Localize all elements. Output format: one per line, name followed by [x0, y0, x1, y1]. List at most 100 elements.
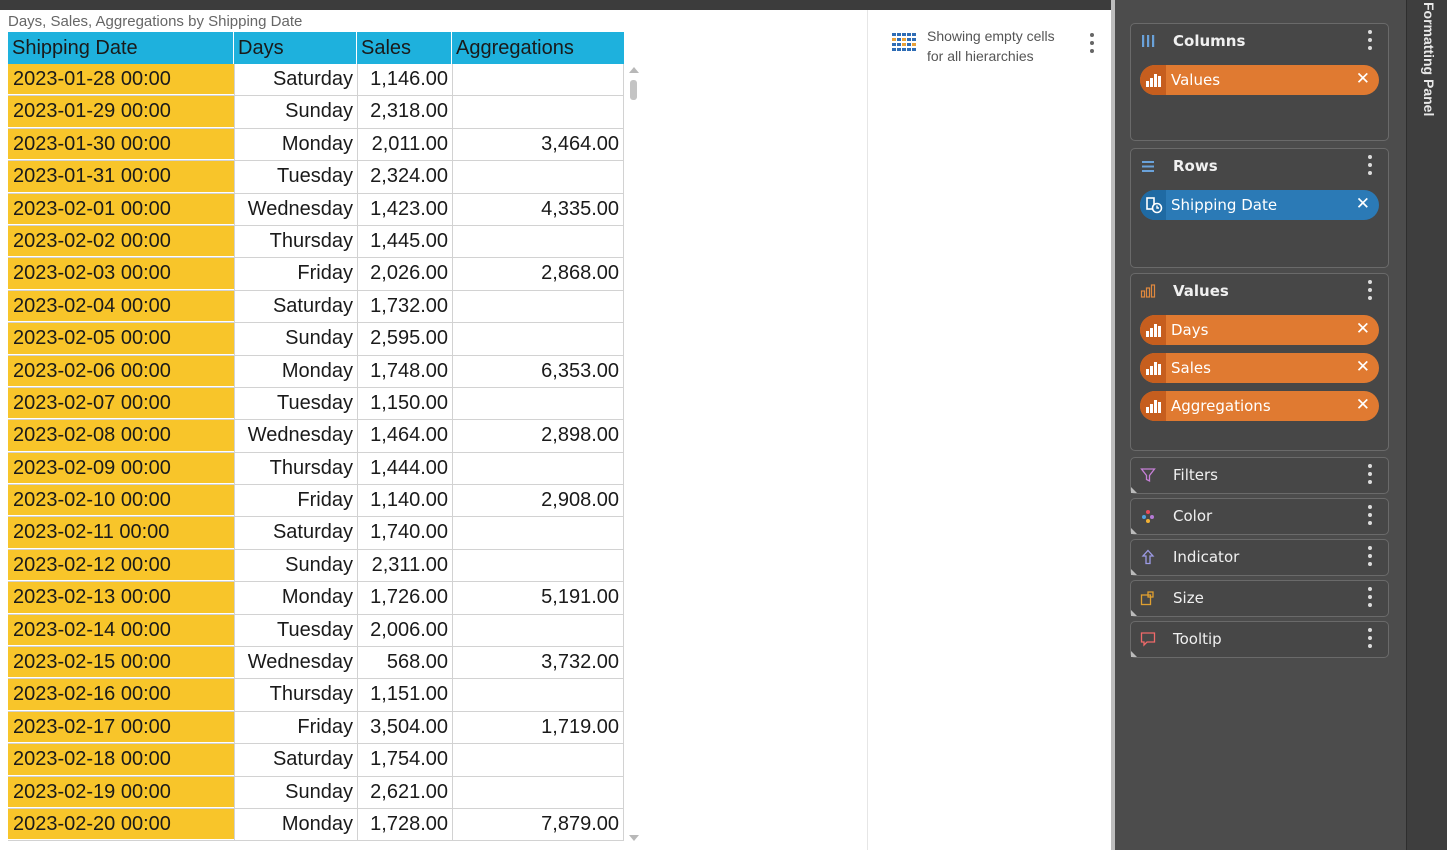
days-cell[interactable]: Saturday	[234, 517, 357, 549]
row-header-cell[interactable]: 2023-02-06 00:00	[8, 355, 234, 387]
color-kebab-icon[interactable]	[1368, 505, 1374, 529]
aggregations-cell[interactable]	[452, 96, 624, 128]
remove-chip-icon[interactable]: ✕	[1356, 395, 1370, 415]
row-header-cell[interactable]: 2023-01-31 00:00	[8, 161, 234, 193]
indicator-well[interactable]: Indicator	[1130, 539, 1389, 576]
sales-cell[interactable]: 2,026.00	[357, 258, 452, 290]
aggregations-cell[interactable]	[452, 290, 624, 323]
aggregations-cell[interactable]: 3,732.00	[452, 647, 624, 679]
size-kebab-icon[interactable]	[1368, 587, 1374, 611]
sales-cell[interactable]: 568.00	[357, 647, 452, 679]
days-cell[interactable]: Tuesday	[234, 387, 357, 420]
aggregations-cell[interactable]	[452, 64, 624, 96]
days-cell[interactable]: Sunday	[234, 776, 357, 808]
chip-values-days[interactable]: Days ✕	[1140, 315, 1379, 345]
filters-well[interactable]: Filters	[1130, 457, 1389, 494]
header-sales[interactable]: Sales	[357, 32, 452, 64]
aggregations-cell[interactable]	[452, 387, 624, 420]
indicator-kebab-icon[interactable]	[1368, 546, 1374, 570]
remove-chip-icon[interactable]: ✕	[1356, 194, 1370, 214]
sales-cell[interactable]: 2,006.00	[357, 614, 452, 647]
aggregations-cell[interactable]: 1,719.00	[452, 711, 624, 744]
sales-cell[interactable]: 3,504.00	[357, 711, 452, 744]
sales-cell[interactable]: 2,011.00	[357, 128, 452, 161]
days-cell[interactable]: Monday	[234, 355, 357, 387]
days-cell[interactable]: Wednesday	[234, 647, 357, 679]
aggregations-cell[interactable]	[452, 225, 624, 258]
aggregations-cell[interactable]: 7,879.00	[452, 808, 624, 841]
days-cell[interactable]: Sunday	[234, 323, 357, 355]
values-well-header[interactable]: Values	[1131, 274, 1388, 310]
row-header-cell[interactable]: 2023-02-01 00:00	[8, 193, 234, 225]
sales-cell[interactable]: 1,151.00	[357, 679, 452, 711]
days-cell[interactable]: Wednesday	[234, 420, 357, 452]
row-header-cell[interactable]: 2023-02-13 00:00	[8, 582, 234, 614]
aggregations-cell[interactable]	[452, 744, 624, 776]
days-cell[interactable]: Monday	[234, 128, 357, 161]
aggregations-cell[interactable]	[452, 679, 624, 711]
row-header-cell[interactable]: 2023-02-05 00:00	[8, 323, 234, 355]
sales-cell[interactable]: 2,318.00	[357, 96, 452, 128]
aggregations-cell[interactable]	[452, 161, 624, 193]
header-aggregations[interactable]: Aggregations	[452, 32, 624, 64]
days-cell[interactable]: Thursday	[234, 452, 357, 485]
chip-columns-values[interactable]: Values ✕	[1140, 65, 1379, 95]
sales-cell[interactable]: 1,444.00	[357, 452, 452, 485]
rows-kebab-icon[interactable]	[1368, 155, 1374, 179]
row-header-cell[interactable]: 2023-01-30 00:00	[8, 128, 234, 161]
row-header-cell[interactable]: 2023-02-20 00:00	[8, 808, 234, 841]
days-cell[interactable]: Saturday	[234, 64, 357, 96]
row-header-cell[interactable]: 2023-02-15 00:00	[8, 647, 234, 679]
row-header-cell[interactable]: 2023-02-18 00:00	[8, 744, 234, 776]
days-cell[interactable]: Thursday	[234, 225, 357, 258]
row-header-cell[interactable]: 2023-02-09 00:00	[8, 452, 234, 485]
aggregations-cell[interactable]	[452, 614, 624, 647]
row-header-cell[interactable]: 2023-02-10 00:00	[8, 485, 234, 517]
days-cell[interactable]: Sunday	[234, 96, 357, 128]
aggregations-cell[interactable]: 2,898.00	[452, 420, 624, 452]
sales-cell[interactable]: 1,726.00	[357, 582, 452, 614]
remove-chip-icon[interactable]: ✕	[1356, 357, 1370, 377]
remove-chip-icon[interactable]: ✕	[1356, 69, 1370, 89]
aggregations-cell[interactable]	[452, 452, 624, 485]
sales-cell[interactable]: 1,728.00	[357, 808, 452, 841]
row-header-cell[interactable]: 2023-02-12 00:00	[8, 549, 234, 582]
days-cell[interactable]: Saturday	[234, 290, 357, 323]
sales-cell[interactable]: 1,732.00	[357, 290, 452, 323]
sales-cell[interactable]: 1,464.00	[357, 420, 452, 452]
aggregations-cell[interactable]	[452, 517, 624, 549]
aggregations-cell[interactable]: 3,464.00	[452, 128, 624, 161]
sales-cell[interactable]: 2,324.00	[357, 161, 452, 193]
sales-cell[interactable]: 1,146.00	[357, 64, 452, 96]
days-cell[interactable]: Monday	[234, 808, 357, 841]
columns-kebab-icon[interactable]	[1368, 30, 1374, 54]
sales-cell[interactable]: 1,748.00	[357, 355, 452, 387]
row-header-cell[interactable]: 2023-02-14 00:00	[8, 614, 234, 647]
sales-cell[interactable]: 1,445.00	[357, 225, 452, 258]
sales-cell[interactable]: 1,140.00	[357, 485, 452, 517]
empty-cells-note[interactable]: Showing empty cells for all hierarchies	[892, 26, 1072, 66]
sales-cell[interactable]: 2,595.00	[357, 323, 452, 355]
days-cell[interactable]: Saturday	[234, 744, 357, 776]
values-kebab-icon[interactable]	[1368, 280, 1374, 304]
row-header-cell[interactable]: 2023-02-03 00:00	[8, 258, 234, 290]
aggregations-cell[interactable]: 4,335.00	[452, 193, 624, 225]
aggregations-cell[interactable]	[452, 549, 624, 582]
row-header-cell[interactable]: 2023-02-19 00:00	[8, 776, 234, 808]
chip-rows-shipping-date[interactable]: Shipping Date ✕	[1140, 190, 1379, 220]
aggregations-cell[interactable]: 5,191.00	[452, 582, 624, 614]
days-cell[interactable]: Thursday	[234, 679, 357, 711]
scroll-thumb[interactable]	[630, 80, 637, 100]
row-header-cell[interactable]: 2023-02-02 00:00	[8, 225, 234, 258]
row-header-cell[interactable]: 2023-01-29 00:00	[8, 96, 234, 128]
tooltip-kebab-icon[interactable]	[1368, 628, 1374, 652]
days-cell[interactable]: Tuesday	[234, 614, 357, 647]
row-header-cell[interactable]: 2023-02-17 00:00	[8, 711, 234, 744]
days-cell[interactable]: Friday	[234, 711, 357, 744]
columns-well-header[interactable]: Columns	[1131, 24, 1388, 60]
aggregations-cell[interactable]: 2,868.00	[452, 258, 624, 290]
sales-cell[interactable]: 1,150.00	[357, 387, 452, 420]
aggregations-cell[interactable]	[452, 776, 624, 808]
sales-cell[interactable]: 1,740.00	[357, 517, 452, 549]
aggregations-cell[interactable]: 2,908.00	[452, 485, 624, 517]
